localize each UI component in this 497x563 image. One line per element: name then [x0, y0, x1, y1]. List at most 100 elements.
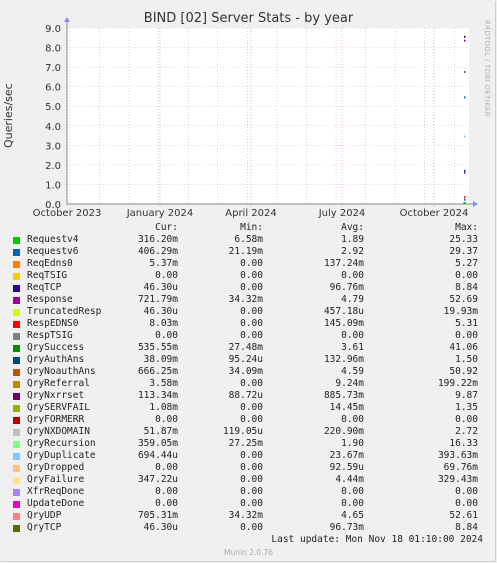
legend-max: 1.50: [455, 354, 478, 365]
legend-series-name: ReqEdns0: [27, 258, 73, 269]
legend-series-name: QryTCP: [27, 522, 62, 533]
legend-row: QryFailure 347.22u 0.00 4.44m 329.43m: [0, 474, 497, 486]
legend-avg: 0.00: [341, 330, 364, 341]
legend-swatch: [13, 356, 20, 364]
legend-avg: 96.73m: [329, 522, 364, 533]
legend-series-name: QryNxrrset: [27, 390, 85, 401]
y-tick-label: 2.0: [45, 161, 61, 172]
legend-cur: 0.00: [155, 498, 178, 509]
legend-min: 21.19m: [228, 246, 263, 257]
plot-area: [67, 28, 469, 204]
legend-avg: 23.67m: [329, 450, 364, 461]
legend-cur: 721.79m: [137, 294, 178, 305]
legend-row: UpdateDone 0.00 0.00 0.00 0.00: [0, 498, 497, 510]
legend-series-name: QrySuccess: [27, 342, 85, 353]
legend-table: Cur: Min: Avg: Max: Requestv4 316.20m 6.58…: [0, 222, 497, 534]
legend-row: QryNXDOMAIN 51.87m 119.05u 220.90m 2.72: [0, 426, 497, 438]
legend-header-cur: Cur:: [155, 222, 178, 233]
series-point: [464, 196, 466, 199]
legend-min: 0.00: [240, 330, 263, 341]
legend-min: 0.00: [240, 282, 263, 293]
legend-series-name: QryRecursion: [27, 438, 96, 449]
legend-max: 393.63m: [437, 450, 478, 461]
legend-cur: 38.09m: [143, 354, 178, 365]
legend-rows: Requestv4 316.20m 6.58m 1.89 25.33 Requestv6 4…: [0, 234, 497, 534]
legend-min: 0.00: [240, 462, 263, 473]
x-axis-arrow: [473, 201, 478, 207]
chart-plot: 0.01.02.03.04.05.06.07.08.09.0October 20…: [33, 17, 478, 219]
legend-cur: 705.31m: [137, 510, 178, 521]
legend-avg: 4.79: [341, 294, 364, 305]
legend-min: 27.48m: [228, 342, 263, 353]
series-point: [464, 171, 466, 174]
legend-swatch: [13, 296, 20, 304]
legend-cur: 46.30u: [143, 522, 178, 533]
legend-avg: 4.44m: [335, 474, 364, 485]
legend-max: 0.00: [455, 486, 478, 497]
legend-cur: 316.20m: [137, 234, 178, 245]
legend-min: 88.72u: [228, 390, 263, 401]
legend-row: QryFORMERR 0.00 0.00 0.00 0.00: [0, 414, 497, 426]
legend-series-name: TruncatedResp: [27, 306, 102, 317]
series-point: [464, 169, 466, 172]
legend-avg: 885.73m: [323, 390, 364, 401]
y-tick-label: 4.0: [45, 122, 61, 133]
legend-header-row: Cur: Min: Avg: Max:: [0, 222, 497, 234]
legend-swatch: [13, 488, 20, 496]
legend-cur: 8.03m: [149, 318, 178, 329]
legend-series-name: Requestv6: [27, 246, 79, 257]
y-tick-label: 5.0: [45, 102, 61, 113]
legend-series-name: Requestv4: [27, 234, 79, 245]
legend-row: ReqEdns0 5.37m 0.00 137.24m 5.27: [0, 258, 497, 270]
legend-row: QryReferral 3.58m 0.00 9.24m 199.22m: [0, 378, 497, 390]
legend-avg: 1.89: [341, 234, 364, 245]
legend-series-name: QryNoauthAns: [27, 366, 96, 377]
legend-min: 0.00: [240, 318, 263, 329]
legend-swatch: [13, 260, 20, 268]
legend-max: 19.93m: [443, 306, 478, 317]
legend-swatch: [13, 464, 20, 472]
legend-avg: 0.00: [341, 414, 364, 425]
legend-swatch: [13, 416, 20, 424]
legend-min: 0.00: [240, 522, 263, 533]
y-axis-arrow: [64, 17, 70, 22]
legend-row: XfrReqDone 0.00 0.00 0.00 0.00: [0, 486, 497, 498]
legend-series-name: UpdateDone: [27, 498, 85, 509]
legend-series-name: ReqTSIG: [27, 270, 68, 281]
legend-swatch: [13, 248, 20, 256]
legend-min: 34.32m: [228, 294, 263, 305]
legend-min: 0.00: [240, 450, 263, 461]
legend-swatch: [13, 524, 20, 532]
legend-row: QryUDP 705.31m 34.32m 4.65 52.61: [0, 510, 497, 522]
legend-min: 0.00: [240, 378, 263, 389]
legend-series-name: QryUDP: [27, 510, 62, 521]
y-tick-label: 9.0: [45, 24, 61, 35]
legend-avg: 2.92: [341, 246, 364, 257]
legend-avg: 0.00: [341, 498, 364, 509]
legend-swatch: [13, 512, 20, 520]
series-point: [464, 198, 466, 201]
legend-cur: 5.37m: [149, 258, 178, 269]
legend-avg: 4.59: [341, 366, 364, 377]
legend-min: 27.25m: [228, 438, 263, 449]
legend-cur: 3.58m: [149, 378, 178, 389]
legend-min: 95.24u: [228, 354, 263, 365]
legend-header-max: Max:: [455, 222, 478, 233]
series-point: [464, 35, 466, 38]
series-point: [464, 71, 466, 73]
legend-series-name: QryAuthAns: [27, 354, 85, 365]
legend-min: 0.00: [240, 402, 263, 413]
legend-row: QryNoauthAns 666.25m 34.09m 4.59 50.92: [0, 366, 497, 378]
legend-row: ReqTSIG 0.00 0.00 0.00 0.00: [0, 270, 497, 282]
last-update: Last update: Mon Nov 18 01:10:00 2024: [271, 534, 483, 545]
legend-cur: 535.55m: [137, 342, 178, 353]
legend-swatch: [13, 236, 20, 244]
legend-row: QrySuccess 535.55m 27.48m 3.61 41.06: [0, 342, 497, 354]
legend-max: 69.76m: [443, 462, 478, 473]
legend-series-name: QrySERVFAIL: [27, 402, 90, 413]
legend-row: TruncatedResp 46.30u 0.00 457.18u 19.93m: [0, 306, 497, 318]
legend-min: 0.00: [240, 498, 263, 509]
series-point: [464, 96, 466, 99]
x-tick-label: October 2024: [400, 208, 469, 219]
legend-min: 34.32m: [228, 510, 263, 521]
